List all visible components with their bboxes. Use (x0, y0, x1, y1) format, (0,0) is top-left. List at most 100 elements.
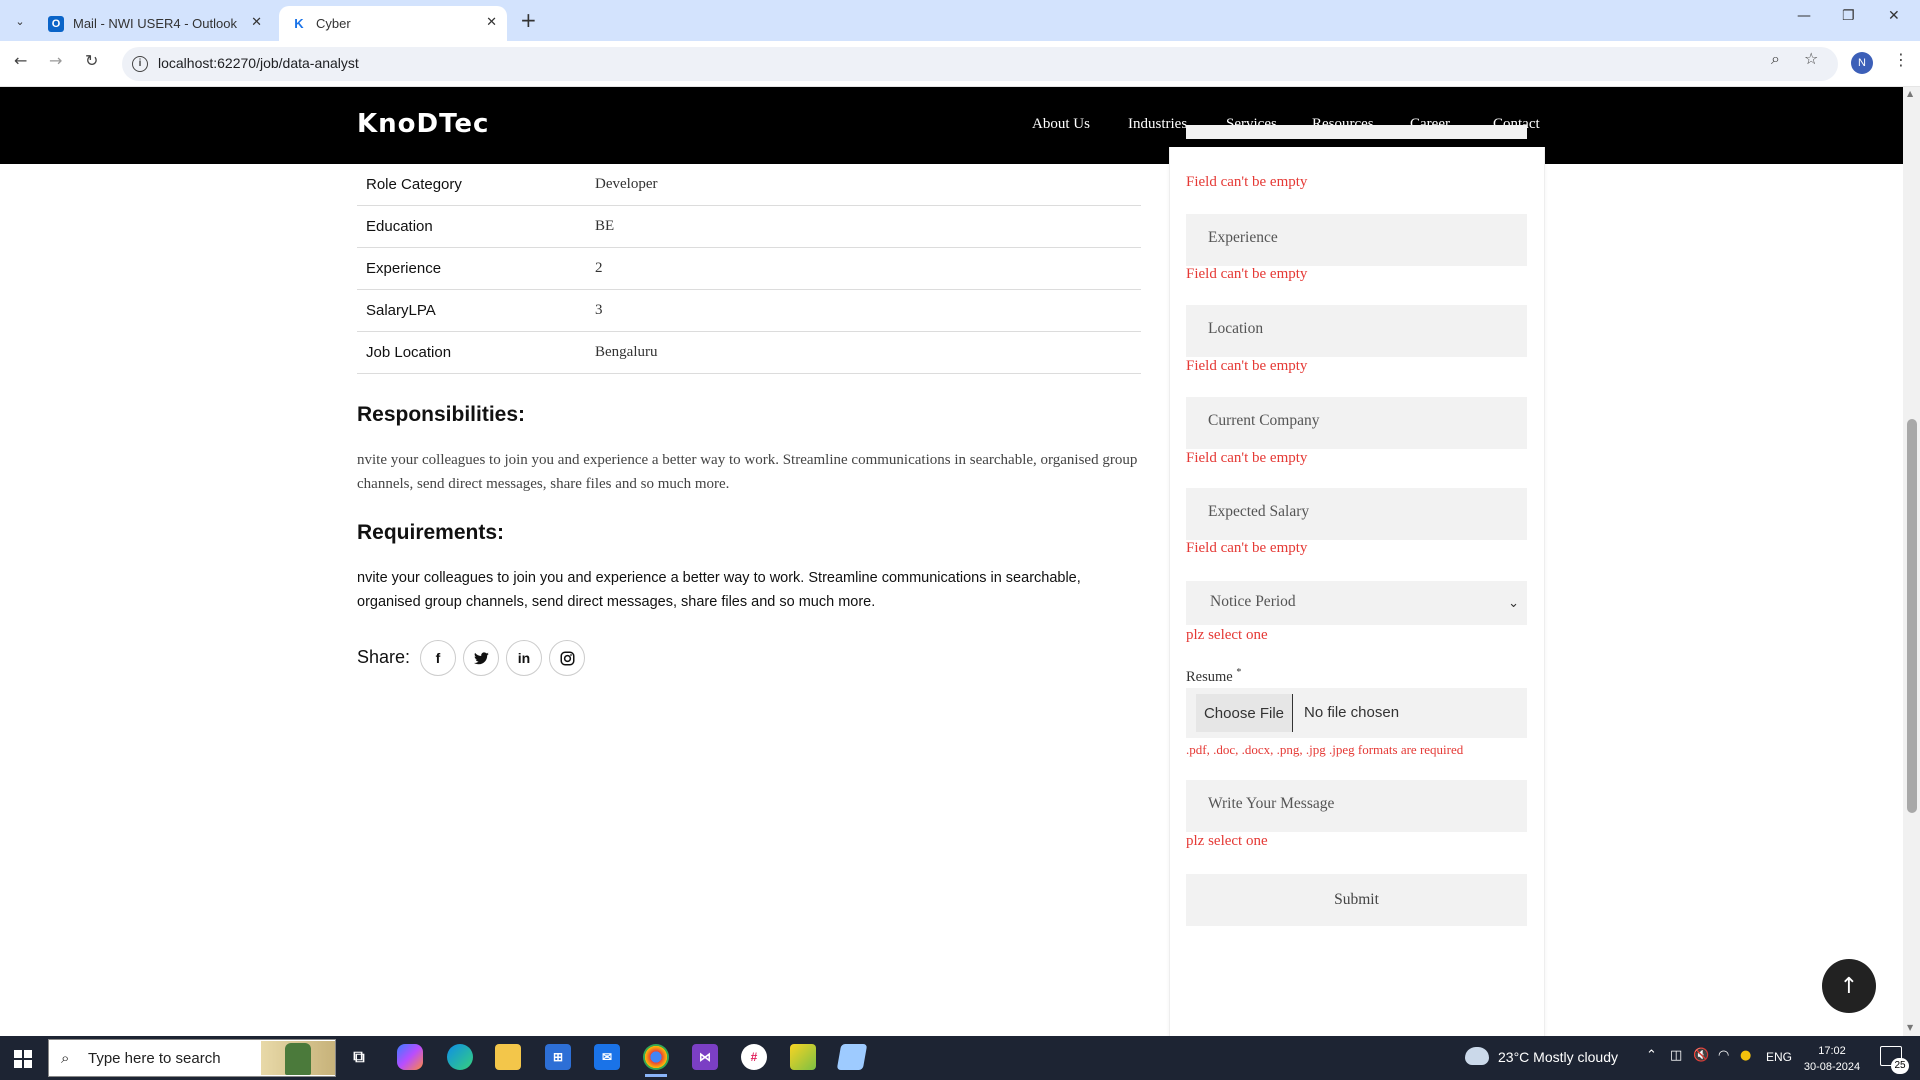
windows-taskbar: ⌕ Type here to search ⧉ ⊞ ✉ ⋈ # 23°C Mos… (0, 1036, 1920, 1080)
message-error: plz select one (1186, 833, 1268, 849)
notes-app-icon[interactable] (836, 1044, 868, 1070)
instagram-glyph-icon (560, 651, 574, 665)
windows-start-icon[interactable] (14, 1050, 32, 1068)
reload-icon[interactable]: ↻ (85, 51, 98, 70)
forward-arrow-icon[interactable]: → (49, 51, 62, 70)
input-placeholder: Experience (1208, 229, 1278, 246)
detail-label: Role Category (366, 176, 462, 193)
search-placeholder: Type here to search (88, 1050, 221, 1067)
nav-about-us[interactable]: About Us (1032, 116, 1090, 133)
current-company-input[interactable]: Current Company (1186, 397, 1527, 449)
expected-salary-input[interactable]: Expected Salary (1186, 488, 1527, 540)
browser-menu-icon[interactable]: ⋮ (1893, 50, 1909, 69)
nav-industries[interactable]: Industries (1128, 116, 1187, 133)
visual-studio-icon[interactable]: ⋈ (692, 1044, 718, 1070)
expected-salary-error: Field can't be empty (1186, 540, 1308, 556)
search-highlight-image (261, 1041, 335, 1075)
copilot-icon[interactable] (397, 1044, 423, 1070)
meet-now-icon[interactable]: ◫ (1670, 1048, 1682, 1063)
detail-value: Developer (595, 176, 658, 192)
tab-title: Mail - NWI USER4 - Outlook (73, 16, 237, 31)
store-icon[interactable]: ⊞ (545, 1044, 571, 1070)
input-placeholder: Expected Salary (1208, 503, 1310, 520)
name-field-partial[interactable] (1186, 125, 1527, 139)
task-view-icon[interactable]: ⧉ (346, 1044, 372, 1070)
experience-input[interactable]: Experience (1186, 214, 1527, 266)
resume-file-input[interactable]: Choose File No file chosen (1186, 688, 1527, 738)
page-scrollbar[interactable]: ▲ ▼ (1903, 87, 1920, 1036)
close-tab-icon[interactable]: ✕ (251, 15, 262, 30)
field-error: Field can't be empty (1186, 174, 1308, 190)
detail-value: 2 (595, 260, 603, 276)
file-explorer-icon[interactable] (495, 1044, 521, 1070)
chrome-icon[interactable] (643, 1044, 669, 1077)
details-row-education: Education BE (357, 206, 1141, 248)
slack-icon[interactable]: # (741, 1044, 767, 1070)
minimize-icon[interactable]: — (1797, 8, 1811, 24)
browser-tab-strip: ⌄ O Mail - NWI USER4 - Outlook ✕ K Cyber… (0, 0, 1920, 41)
new-tab-button[interactable]: + (520, 8, 537, 32)
file-status: No file chosen (1304, 704, 1400, 721)
scroll-up-icon[interactable]: ▲ (1907, 89, 1913, 98)
restore-icon[interactable]: ❐ (1842, 8, 1855, 24)
site-info-icon[interactable]: i (132, 56, 148, 72)
profile-avatar[interactable]: N (1851, 52, 1873, 74)
tab-search-chevron-icon[interactable]: ⌄ (8, 9, 32, 33)
wifi-icon[interactable]: ◠ (1718, 1048, 1729, 1063)
speaker-muted-icon[interactable]: 🔇 (1693, 1048, 1709, 1063)
sticky-app-icon[interactable] (790, 1044, 816, 1070)
site-logo[interactable]: KnoDTec (357, 109, 489, 139)
detail-value: BE (595, 218, 615, 234)
page-viewport: KnoDTec About Us Industries Services Res… (0, 87, 1903, 1036)
search-icon: ⌕ (61, 1049, 70, 1067)
twitter-bird-icon (473, 651, 489, 664)
submit-button[interactable]: Submit (1186, 874, 1527, 926)
clock[interactable]: 17:02 30-08-2024 (1800, 1043, 1864, 1075)
notice-period-select[interactable]: Notice Period ⌄ (1186, 581, 1527, 625)
site-header: KnoDTec About Us Industries Services Res… (0, 87, 1903, 164)
linkedin-icon[interactable]: in (506, 640, 542, 676)
instagram-icon[interactable] (549, 640, 585, 676)
scroll-down-icon[interactable]: ▼ (1907, 1023, 1913, 1032)
detail-label: Education (366, 218, 433, 235)
tab-title: Cyber (316, 16, 351, 31)
detail-value: 3 (595, 302, 603, 318)
edge-icon[interactable] (447, 1044, 473, 1070)
experience-error: Field can't be empty (1186, 266, 1308, 282)
location-error: Field can't be empty (1186, 358, 1308, 374)
choose-file-button[interactable]: Choose File (1196, 694, 1293, 732)
resume-label: Resume * (1186, 667, 1241, 686)
close-tab-icon[interactable]: ✕ (486, 15, 497, 30)
zoom-icon[interactable]: ⌕ (1771, 49, 1780, 69)
share-label: Share: (357, 647, 411, 667)
message-textarea[interactable]: Write Your Message (1186, 780, 1527, 832)
language-indicator[interactable]: ENG (1766, 1050, 1792, 1064)
mail-icon[interactable]: ✉ (594, 1044, 620, 1070)
detail-label: Experience (366, 260, 442, 277)
details-row-job-location: Job Location Bengaluru (357, 332, 1141, 374)
weather-text[interactable]: 23°C Mostly cloudy (1498, 1049, 1618, 1065)
detail-value: Bengaluru (595, 344, 658, 360)
chevron-down-icon: ⌄ (1508, 596, 1519, 611)
twitter-icon[interactable] (463, 640, 499, 676)
chevron-up-icon[interactable]: ⌃ (1646, 1048, 1657, 1063)
requirements-text: nvite your colleagues to join you and ex… (357, 570, 1081, 610)
back-arrow-icon[interactable]: ← (14, 51, 27, 70)
facebook-icon[interactable]: f (420, 640, 456, 676)
scrollbar-thumb[interactable] (1907, 419, 1917, 813)
address-bar[interactable]: i localhost:62270/job/data-analyst (122, 47, 1838, 81)
details-row-role-category: Role Category Developer (357, 164, 1141, 206)
current-company-error: Field can't be empty (1186, 450, 1308, 466)
bookmark-star-icon[interactable]: ☆ (1804, 49, 1818, 68)
close-window-icon[interactable]: ✕ (1888, 8, 1900, 24)
details-row-experience: Experience 2 (357, 248, 1141, 290)
url-text[interactable]: localhost:62270/job/data-analyst (158, 55, 359, 71)
tab-outlook[interactable]: O Mail - NWI USER4 - Outlook ✕ (36, 6, 272, 41)
arrow-up-icon[interactable]: ↑ (1822, 959, 1876, 1013)
status-dot-icon[interactable]: ● (1740, 1048, 1751, 1063)
responsibilities-heading: Responsibilities: (357, 403, 526, 426)
location-input[interactable]: Location (1186, 305, 1527, 357)
tab-cyber[interactable]: K Cyber ✕ (279, 6, 507, 41)
taskbar-search-box[interactable]: ⌕ Type here to search (48, 1039, 336, 1077)
detail-label: Job Location (366, 344, 452, 361)
